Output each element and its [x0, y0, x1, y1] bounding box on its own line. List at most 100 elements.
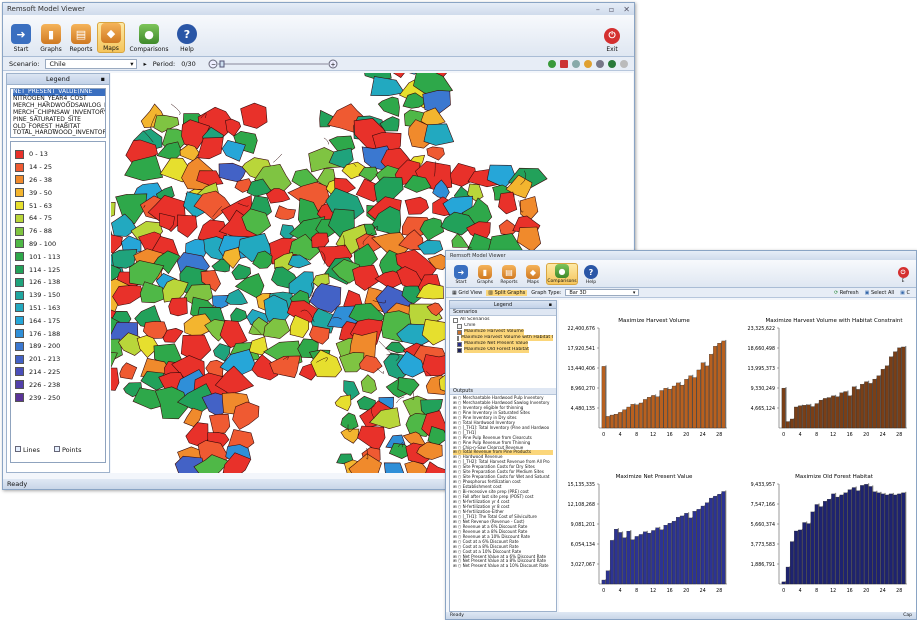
start-button[interactable]: ➜ Start — [7, 24, 35, 53]
stand-polygon[interactable] — [340, 428, 360, 444]
class-label: 239 - 250 — [29, 393, 61, 402]
attribute-item[interactable]: TOTAL_HARDWOOD_INVENTOR — [13, 130, 105, 137]
identify-icon[interactable] — [596, 59, 604, 68]
stand-polygon[interactable] — [311, 232, 330, 248]
output-item[interactable]: ⊞ ○ Net Present Value at a 10% Discount … — [453, 563, 553, 569]
pin-icon[interactable]: ▪ — [101, 75, 105, 83]
class-label: 201 - 213 — [29, 355, 61, 364]
reports-button-2[interactable]: ▤ Reports — [498, 265, 520, 285]
bar — [651, 530, 656, 585]
globe-icon[interactable] — [548, 59, 556, 68]
stand-polygon[interactable] — [383, 462, 405, 473]
bar — [831, 493, 836, 585]
svg-text:+: + — [330, 61, 335, 68]
comparison-ribbon: ➜ Start ▮ Graphs ▤ Reports ◆ Maps ● Compariso… — [446, 260, 916, 288]
period-value: 0/30 — [181, 59, 196, 68]
comparisons-button[interactable]: ● Comparisons — [127, 24, 171, 53]
attribute-list[interactable]: NET_PRESENT_VALUE(NNE NITROGEN_YEAR4_COST… — [10, 88, 106, 138]
bar — [643, 399, 647, 429]
comparison-window: Remsoft Model Viewer ➜ Start ▮ Graphs ▤ Rep… — [445, 250, 917, 620]
x-tick-label: 12 — [830, 588, 836, 594]
stand-polygon[interactable] — [360, 374, 377, 394]
y-tick-label: 7,547,166 — [751, 502, 775, 508]
stand-polygon[interactable] — [111, 201, 116, 219]
lines-checkbox[interactable]: Lines — [15, 446, 40, 454]
exit-button-2[interactable]: ⏻ E — [892, 267, 914, 284]
bar — [704, 365, 709, 429]
stand-polygon[interactable] — [426, 146, 445, 161]
stand-polygon[interactable] — [274, 205, 296, 220]
stand-polygon[interactable] — [404, 196, 429, 215]
stand-polygon[interactable] — [209, 413, 231, 434]
bar — [884, 494, 889, 585]
exit-button[interactable]: ⏻ Exit — [598, 28, 626, 53]
bar — [818, 399, 823, 429]
bar — [618, 412, 623, 429]
bar — [622, 409, 627, 429]
maps-button-2[interactable]: ◆ Maps — [522, 265, 544, 285]
x-tick-label: 0 — [602, 588, 605, 594]
refresh-icon: ⟳ — [833, 289, 839, 296]
stand-polygon[interactable] — [211, 294, 229, 310]
points-checkbox[interactable]: Points — [53, 446, 81, 454]
refresh-button[interactable]: ⟳ Refresh — [834, 290, 859, 296]
stand-polygon[interactable] — [119, 362, 138, 380]
bar — [659, 529, 664, 585]
refresh-icon[interactable] — [608, 59, 616, 68]
stand-polygon[interactable] — [334, 394, 352, 412]
bar — [638, 402, 643, 429]
stand-polygon[interactable] — [232, 401, 260, 430]
stand-polygon[interactable] — [240, 102, 268, 129]
scenario-color-swatch — [453, 317, 458, 323]
select-all-button[interactable]: ▣ Select All — [865, 290, 895, 296]
stand-polygon[interactable] — [111, 367, 120, 391]
stand-polygon[interactable] — [230, 307, 248, 323]
graphs-button[interactable]: ▮ Graphs — [37, 24, 65, 53]
stand-polygon[interactable] — [423, 123, 455, 146]
help-button[interactable]: ? Help — [173, 24, 201, 53]
stand-polygon[interactable] — [168, 297, 188, 317]
bar — [667, 389, 672, 429]
bar — [614, 529, 618, 585]
pin-icon[interactable]: ▪ — [549, 302, 552, 308]
pointer-icon[interactable] — [560, 59, 568, 68]
clear-button[interactable]: ▣ C — [900, 290, 910, 296]
stand-polygon[interactable] — [377, 96, 400, 117]
stand-polygon[interactable] — [218, 162, 247, 183]
zoom-icon[interactable] — [572, 59, 580, 68]
graph-type-select[interactable]: Bar 3D ▾ — [565, 289, 640, 296]
bar — [789, 541, 794, 585]
reports-button[interactable]: ▤ Reports — [67, 24, 95, 53]
bar — [851, 386, 856, 429]
bar — [827, 397, 831, 429]
y-tick-label: 18,660,498 — [748, 346, 775, 352]
start-button-2[interactable]: ➜ Start — [450, 265, 472, 285]
x-tick-label: 12 — [830, 432, 836, 438]
bar-side — [905, 491, 907, 584]
comparisons-button-2[interactable]: ● Comparisons — [546, 263, 578, 285]
stand-polygon[interactable] — [370, 76, 406, 97]
grid-view-button[interactable]: ▦ Grid View — [452, 290, 482, 296]
graphs-button-2[interactable]: ▮ Graphs — [474, 265, 496, 285]
scenario-item[interactable]: Maximize Old Forest Habitat — [453, 347, 553, 353]
bar — [680, 384, 685, 429]
stand-polygon[interactable] — [451, 233, 470, 248]
x-tick-label: 20 — [863, 588, 869, 594]
stand-polygon[interactable] — [177, 214, 198, 238]
scenario-select[interactable]: Chile ▾ — [45, 58, 138, 69]
stand-polygon[interactable] — [340, 412, 359, 431]
x-tick-label: 28 — [716, 588, 722, 594]
class-swatch — [15, 239, 24, 249]
class-swatch — [15, 175, 24, 185]
close-icon[interactable]: ✕ — [623, 5, 630, 14]
class-label: 214 - 225 — [29, 367, 61, 376]
maps-button[interactable]: ◆ Maps — [97, 22, 125, 53]
bar — [781, 387, 786, 429]
maximize-icon[interactable]: ▫ — [609, 5, 614, 14]
period-slider[interactable]: − + — [208, 59, 338, 69]
pan-icon[interactable] — [584, 59, 592, 68]
minimize-icon[interactable]: – — [596, 5, 600, 14]
split-graphs-button[interactable]: ▥ Split Graphs — [486, 289, 528, 296]
help-button-2[interactable]: ? Help — [580, 265, 602, 285]
export-icon[interactable] — [620, 59, 628, 68]
